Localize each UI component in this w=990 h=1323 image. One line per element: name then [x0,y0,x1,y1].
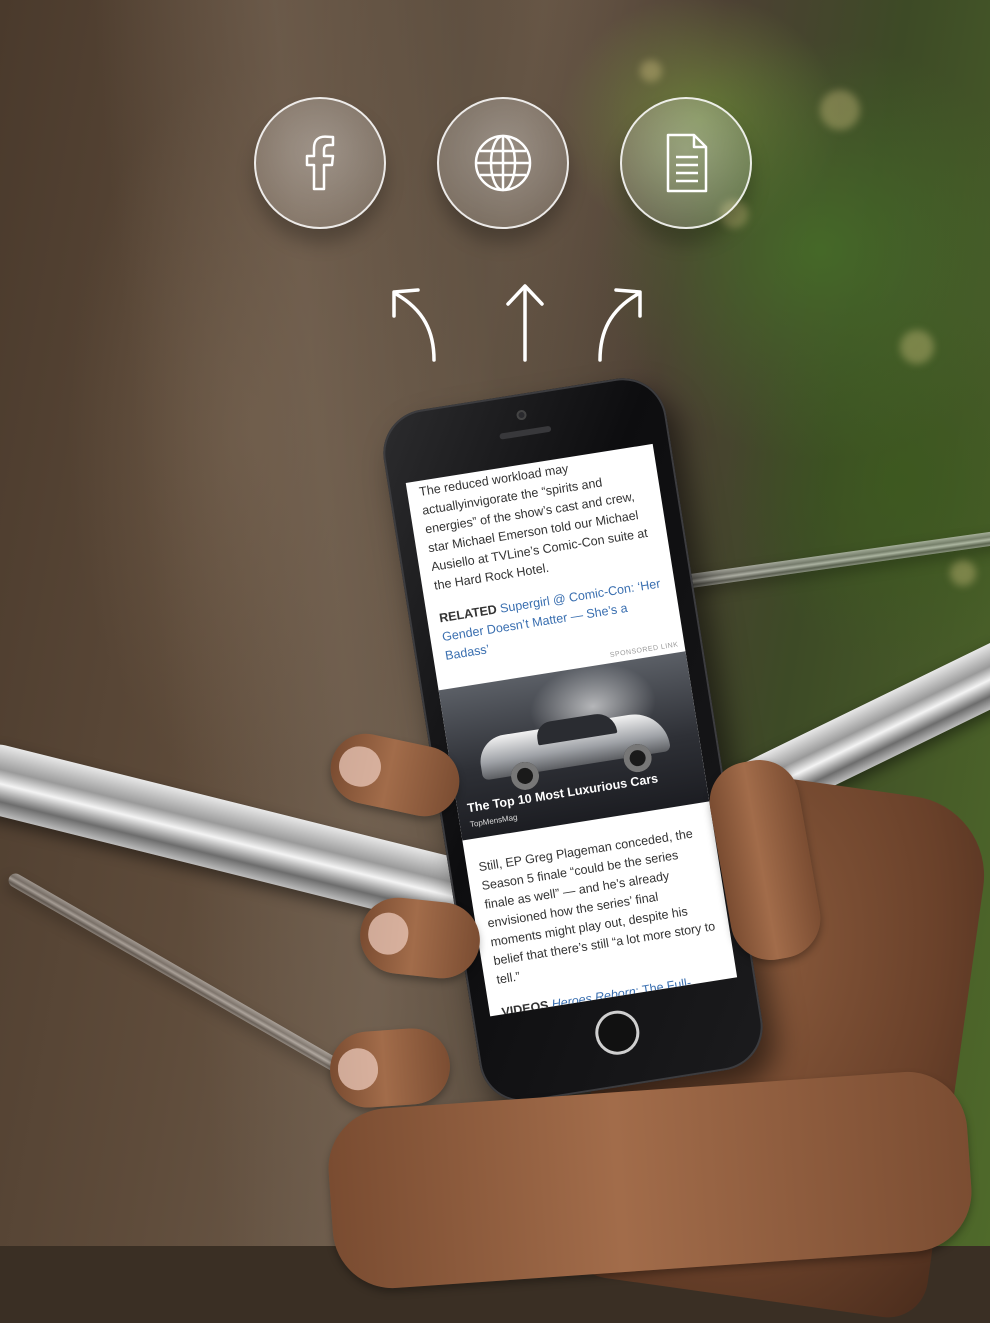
promo-source: TopMensMag [469,812,519,830]
bokeh-light [950,560,976,586]
earpiece-speaker [499,425,552,440]
front-camera [515,409,528,421]
arrow-up-icon [506,284,544,362]
videos-link-italic: Heroes Reborn [550,984,637,1012]
article-text: The reduced workload may actuallyinvigor… [418,461,649,593]
bokeh-light [820,90,860,130]
hand-finger [327,1025,453,1111]
article-text: Still, EP Greg Plageman conceded, the Se… [477,826,717,987]
home-button[interactable] [592,1007,643,1058]
article-paragraph: The reduced workload may actuallyinvigor… [406,446,671,598]
bokeh-light [640,60,662,82]
fingernail [335,742,385,791]
document-icon [666,133,708,193]
globe-icon [474,134,532,192]
document-share-button[interactable] [620,97,752,229]
fingernail [336,1046,380,1092]
facebook-icon [305,135,335,191]
fingernail [366,910,411,957]
bokeh-light [900,330,934,364]
facebook-share-button[interactable] [254,97,386,229]
arrow-up-left-icon [392,288,436,362]
web-share-button[interactable] [437,97,569,229]
videos-label: VIDEOS [500,998,550,1017]
arrow-up-right-icon [598,288,642,362]
article-paragraph: Still, EP Greg Plageman conceded, the Se… [465,821,733,991]
